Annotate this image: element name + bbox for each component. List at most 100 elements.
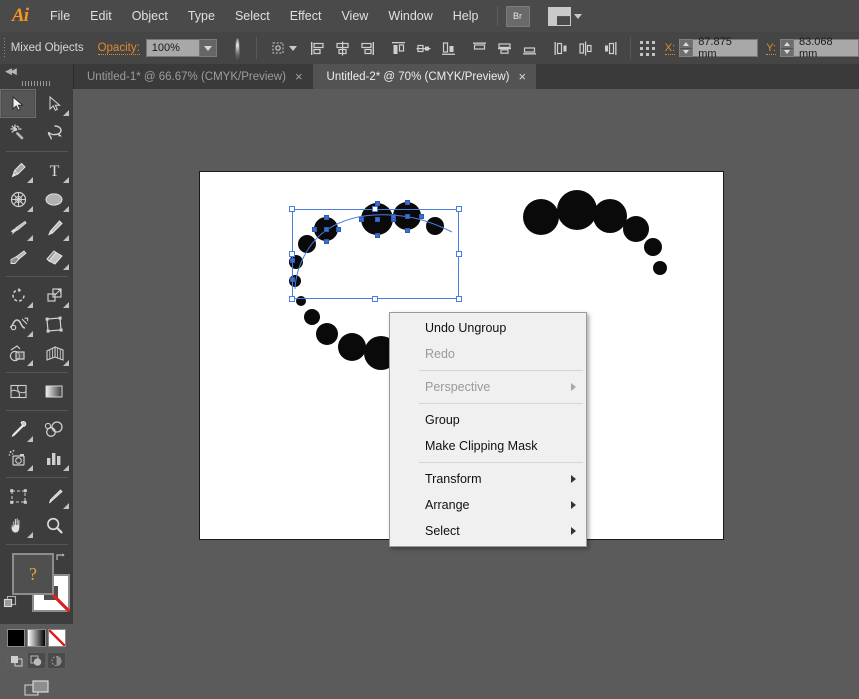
bbox-handle-tc[interactable] — [372, 206, 378, 212]
opacity-dropdown-icon[interactable] — [200, 39, 217, 57]
gradient-tool[interactable] — [36, 377, 72, 406]
menu-type[interactable]: Type — [178, 5, 225, 27]
align-top-icon[interactable] — [469, 37, 491, 59]
tab-untitled-2[interactable]: Untitled-2* @ 70% (CMYK/Preview) × — [313, 64, 537, 89]
menu-object[interactable]: Object — [122, 5, 178, 27]
menu-help[interactable]: Help — [443, 5, 489, 27]
context-menu-item-transform[interactable]: Transform — [390, 466, 586, 492]
distribute-right-icon[interactable] — [600, 37, 622, 59]
bbox-handle-bl[interactable] — [289, 296, 295, 302]
ellipse-tool[interactable] — [36, 185, 72, 214]
eraser-tool[interactable] — [36, 243, 72, 272]
bridge-icon[interactable]: Br — [506, 6, 530, 27]
width-tool[interactable] — [0, 310, 36, 339]
tab-untitled-1[interactable]: Untitled-1* @ 66.67% (CMYK/Preview) × — [73, 64, 313, 89]
distribute-left-icon[interactable] — [550, 37, 572, 59]
y-stepper[interactable] — [780, 39, 793, 57]
tool-divider-6 — [6, 544, 68, 545]
context-menu-item-undo-ungroup[interactable]: Undo Ungroup — [390, 315, 586, 341]
distribute-bottom-icon[interactable] — [438, 37, 460, 59]
bbox-handle-br[interactable] — [456, 296, 462, 302]
shape-builder-tool[interactable] — [0, 339, 36, 368]
context-menu-item-select[interactable]: Select — [390, 518, 586, 544]
scale-tool[interactable] — [36, 281, 72, 310]
blob-brush-tool[interactable] — [0, 243, 36, 272]
close-icon[interactable]: × — [295, 70, 303, 83]
draw-inside-icon[interactable] — [47, 652, 66, 669]
bbox-handle-tl[interactable] — [289, 206, 295, 212]
context-menu-separator — [419, 370, 583, 371]
default-fill-stroke-icon[interactable] — [3, 595, 17, 609]
menu-edit[interactable]: Edit — [80, 5, 122, 27]
change-screen-mode-icon[interactable] — [0, 669, 73, 699]
collapse-panel-icon[interactable]: ◀◀ — [0, 64, 73, 78]
lasso-tool[interactable] — [36, 118, 72, 147]
hand-tool[interactable] — [0, 511, 36, 540]
quick-swatch-row — [0, 627, 73, 647]
context-menu-separator — [419, 403, 583, 404]
eyedropper-tool[interactable] — [0, 415, 36, 444]
context-menu-item-arrange[interactable]: Arrange — [390, 492, 586, 518]
paintbrush-tool[interactable] — [0, 214, 36, 243]
fill-swatch-mixed[interactable]: ? — [12, 553, 54, 595]
bbox-handle-ml[interactable] — [289, 251, 295, 257]
menu-effect[interactable]: Effect — [280, 5, 332, 27]
selection-bounding-box[interactable] — [292, 209, 459, 299]
control-bar-grip[interactable] — [4, 38, 5, 58]
draw-behind-icon[interactable] — [27, 652, 46, 669]
x-coordinate-input[interactable]: 87.875 mm — [692, 39, 758, 57]
distribute-horizontal-center-icon[interactable] — [575, 37, 597, 59]
context-menu-item-group[interactable]: Group — [390, 407, 586, 433]
align-to-selection-icon[interactable] — [270, 39, 286, 57]
gradient-swatch[interactable] — [27, 629, 45, 647]
menu-select[interactable]: Select — [225, 5, 280, 27]
bbox-handle-bc[interactable] — [372, 296, 378, 302]
x-stepper[interactable] — [679, 39, 692, 57]
align-bottom-icon[interactable] — [519, 37, 541, 59]
slice-tool[interactable] — [36, 482, 72, 511]
pencil-tool[interactable] — [36, 214, 72, 243]
color-swatch-black[interactable] — [7, 629, 25, 647]
selection-tool[interactable] — [0, 89, 36, 118]
opacity-input[interactable]: 100% — [146, 39, 200, 57]
direct-selection-tool[interactable] — [36, 89, 72, 118]
magic-wand-tool[interactable] — [0, 118, 36, 147]
type-tool[interactable]: T — [36, 156, 72, 185]
opacity-label[interactable]: Opacity: — [98, 42, 140, 55]
workspace-switcher-icon[interactable] — [548, 7, 582, 26]
close-icon[interactable]: × — [518, 70, 526, 83]
menu-window[interactable]: Window — [378, 5, 442, 27]
draw-normal-icon[interactable] — [7, 652, 26, 669]
reference-point-icon[interactable] — [638, 39, 657, 58]
menu-file[interactable]: File — [40, 5, 80, 27]
bbox-handle-mr[interactable] — [456, 251, 462, 257]
artboard-tool[interactable] — [0, 482, 36, 511]
rotate-tool[interactable] — [0, 281, 36, 310]
align-to-dropdown-icon[interactable] — [289, 46, 297, 51]
menu-view[interactable]: View — [331, 5, 378, 27]
zoom-tool[interactable] — [36, 511, 72, 540]
swap-fill-stroke-icon[interactable] — [55, 551, 68, 564]
blend-tool[interactable] — [36, 415, 72, 444]
context-menu[interactable]: Undo Ungroup Redo Perspective Group Make… — [389, 312, 587, 547]
bbox-handle-tr[interactable] — [456, 206, 462, 212]
free-transform-tool[interactable] — [36, 310, 72, 339]
recolor-artwork-icon[interactable] — [235, 38, 240, 59]
path-anchor-point — [375, 233, 380, 238]
align-vertical-center-icon[interactable] — [494, 37, 516, 59]
y-coordinate-input[interactable]: 83.068 mm — [793, 39, 859, 57]
context-menu-item-make-clipping-mask[interactable]: Make Clipping Mask — [390, 433, 586, 459]
perspective-grid-tool[interactable] — [36, 339, 72, 368]
mesh-tool[interactable] — [0, 377, 36, 406]
tools-panel-grip[interactable] — [0, 78, 73, 89]
pen-tool[interactable] — [0, 156, 36, 185]
align-right-icon[interactable] — [357, 37, 379, 59]
distribute-vertical-center-icon[interactable] — [413, 37, 435, 59]
align-horizontal-center-icon[interactable] — [332, 37, 354, 59]
distribute-top-icon[interactable] — [388, 37, 410, 59]
line-segment-tool[interactable] — [0, 185, 36, 214]
symbol-sprayer-tool[interactable] — [0, 444, 36, 473]
column-graph-tool[interactable] — [36, 444, 72, 473]
none-swatch[interactable] — [48, 629, 66, 647]
align-left-icon[interactable] — [307, 37, 329, 59]
